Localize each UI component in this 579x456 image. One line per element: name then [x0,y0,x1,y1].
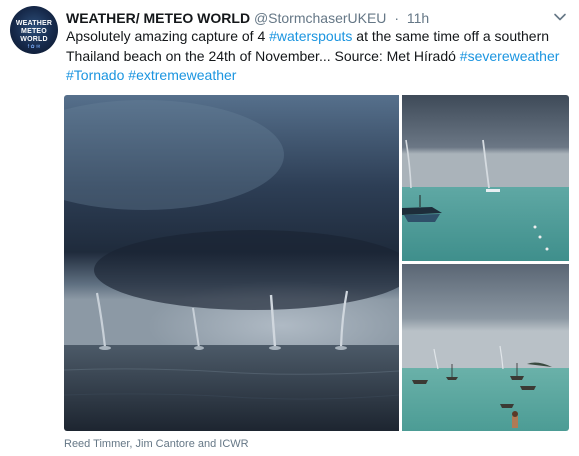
avatar-social-icons: f ✿ ✉ [27,44,41,50]
text-fragment: Apsolutely amazing capture of 4 [66,28,270,44]
chevron-down-icon[interactable] [553,10,567,24]
avatar-text-meteo: METEO [21,28,47,35]
tweet-text: Apsolutely amazing capture of 4 #watersp… [66,27,571,86]
tweet-text-line-3: #Tornado #extremeweather [66,66,571,86]
hashtag-waterspouts[interactable]: #waterspouts [269,28,352,44]
hashtag-severeweather[interactable]: #severeweather [460,48,560,64]
photo-waterspouts-beach-top[interactable] [402,95,569,261]
tweet-text-line-2: Thailand beach on the 24th of November..… [66,47,571,67]
display-name[interactable]: WEATHER/ METEO WORLD [66,10,250,26]
media-grid [64,95,569,431]
avatar[interactable]: WEATHER METEO WORLD f ✿ ✉ [10,6,58,54]
user-handle[interactable]: @StormchaserUKEU [254,10,386,26]
photo-waterspouts-beach-bottom[interactable] [402,264,569,431]
photo-waterspouts-main[interactable] [64,95,399,431]
text-fragment: Thailand beach on the 24th of November..… [66,47,460,64]
hashtag-tornado[interactable]: #Tornado [66,67,124,83]
avatar-text-world: WORLD [20,36,48,43]
timestamp-link[interactable]: 11h [407,10,429,26]
tweet-text-line-1: Apsolutely amazing capture of 4 #watersp… [66,27,571,47]
hashtag-extremeweather[interactable]: #extremeweather [128,67,236,83]
tweet-header: WEATHER/ METEO WORLD @StormchaserUKEU · … [66,9,429,27]
media-credit: Reed Timmer, Jim Cantore and ICWR [64,438,249,450]
avatar-text-weather: WEATHER [15,20,53,27]
separator-dot: · [394,10,399,26]
text-fragment: at the same time off a southern [352,28,550,44]
tweet: WEATHER METEO WORLD f ✿ ✉ WEATHER/ METEO… [0,0,579,456]
